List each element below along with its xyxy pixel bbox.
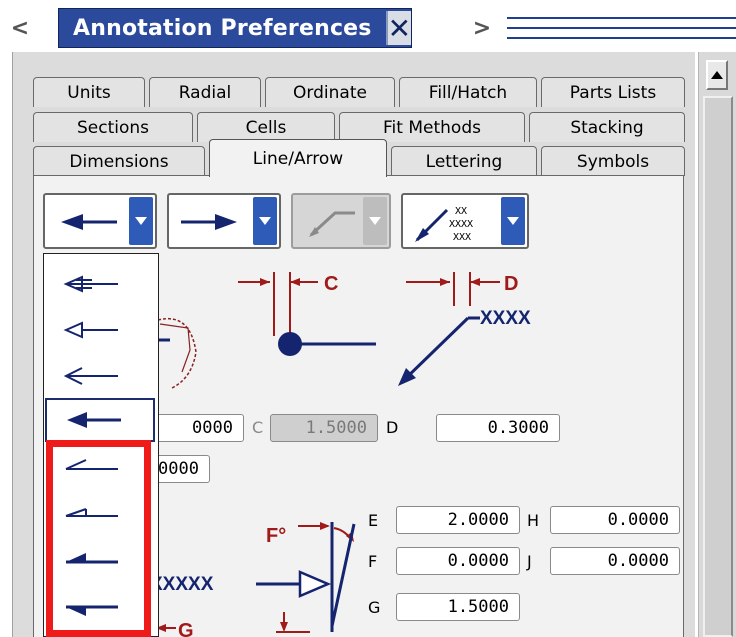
line-arrow-icon: [63, 367, 118, 385]
a-value-field[interactable]: 0000: [150, 455, 210, 483]
svg-text:XXX: XXX: [453, 232, 471, 243]
list-item[interactable]: [44, 308, 158, 352]
leader-text-icon: XX XXXX XXX: [415, 206, 473, 243]
c-label: C: [252, 418, 264, 437]
list-item[interactable]: [44, 262, 158, 306]
label-c: C: [324, 273, 338, 295]
dropdown-arrow-icon[interactable]: [129, 197, 153, 245]
open-arrow-icon: [63, 275, 118, 293]
tab-lettering[interactable]: Lettering: [391, 146, 537, 176]
tab-fill-hatch[interactable]: Fill/Hatch: [399, 77, 537, 107]
tab-radial[interactable]: Radial: [149, 77, 261, 107]
tab-cells[interactable]: Cells: [197, 112, 335, 142]
d-value-field[interactable]: 0.3000: [436, 414, 560, 442]
close-icon[interactable]: ✕: [385, 11, 412, 45]
title-divider: [507, 9, 736, 47]
h-label: H: [527, 511, 540, 530]
svg-text:XX: XX: [455, 206, 467, 217]
j-value-field[interactable]: 0.0000: [550, 547, 680, 575]
tab-stacking[interactable]: Stacking: [529, 112, 685, 142]
tab-symbols[interactable]: Symbols: [541, 146, 685, 176]
title-bar: < > Annotation Preferences ✕: [10, 3, 736, 53]
e-label: E: [368, 511, 379, 530]
h-value-field[interactable]: 0.0000: [550, 506, 680, 534]
e-value-field[interactable]: 2.0000: [396, 506, 520, 534]
j-label: J: [527, 552, 532, 571]
tab-ordinate[interactable]: Ordinate: [265, 77, 395, 107]
filled-arrow-right-icon: [181, 214, 237, 230]
f-label: F: [368, 552, 378, 571]
label-g: G: [178, 620, 194, 637]
d-label: D: [386, 418, 399, 437]
g-value-field[interactable]: 1.5000: [396, 593, 520, 621]
hollow-arrow-icon: [63, 321, 118, 339]
leader-type-combo: [291, 193, 391, 249]
scroll-thumb[interactable]: [703, 96, 733, 637]
label-f: F°: [266, 525, 286, 547]
dropdown-arrow-icon[interactable]: [253, 197, 277, 245]
c-value-field: 1.5000: [270, 414, 378, 442]
scroll-up-button[interactable]: [706, 60, 728, 90]
label-xxxxx: XXXXX: [150, 574, 214, 595]
leader-line-icon: [309, 211, 355, 237]
list-item[interactable]: [44, 354, 158, 398]
tab-dimensions[interactable]: Dimensions: [33, 146, 205, 176]
svg-text:XXXX: XXXX: [449, 219, 473, 230]
highlight-box: [46, 440, 151, 637]
text-position-combo[interactable]: XX XXXX XXX: [401, 193, 529, 249]
tab-units[interactable]: Units: [33, 77, 145, 107]
list-item-selected[interactable]: [45, 398, 155, 442]
tab-sections[interactable]: Sections: [33, 112, 193, 142]
title-tab[interactable]: Annotation Preferences ✕: [58, 8, 412, 48]
line-arrow-diagram: C D XXXX F° XXXXX G: [150, 272, 531, 637]
dropdown-arrow-icon[interactable]: [501, 197, 525, 245]
second-arrow-combo[interactable]: [167, 193, 281, 249]
tab-line-arrow[interactable]: Line/Arrow: [209, 139, 387, 177]
nav-left-button[interactable]: <: [10, 13, 30, 43]
filled-arrow-icon: [67, 412, 121, 428]
b-value-field[interactable]: 0000: [150, 414, 244, 442]
g-label: G: [368, 598, 381, 617]
window-title: Annotation Preferences: [73, 15, 372, 41]
tab-parts-lists[interactable]: Parts Lists: [541, 77, 685, 107]
tab-fit-methods[interactable]: Fit Methods: [339, 112, 525, 142]
first-arrow-combo[interactable]: [43, 193, 157, 249]
label-d: D: [504, 273, 518, 295]
dropdown-arrow-icon: [363, 197, 387, 245]
scroll-up-icon: [711, 71, 723, 79]
f-value-field[interactable]: 0.0000: [396, 547, 520, 575]
filled-arrow-icon: [61, 214, 117, 230]
nav-right-button[interactable]: >: [472, 13, 492, 43]
label-xxxx: XXXX: [480, 308, 531, 329]
